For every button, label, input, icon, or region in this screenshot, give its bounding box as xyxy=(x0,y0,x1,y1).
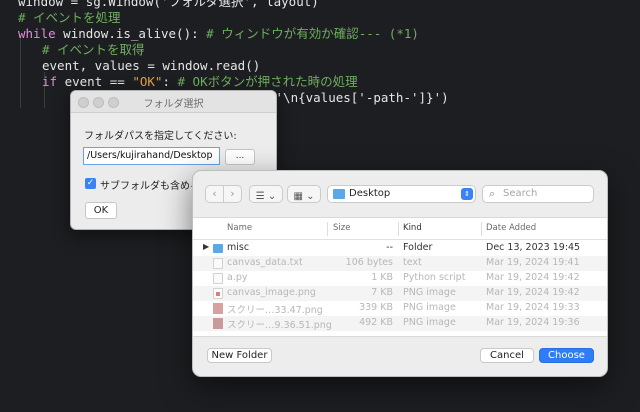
code-text: : xyxy=(162,74,178,89)
column-divider[interactable] xyxy=(398,222,399,236)
include-subfolders-checkbox[interactable]: ✓ xyxy=(85,178,96,189)
column-header-size[interactable]: Size xyxy=(333,223,350,233)
column-header-row: Name Size Kind Date Added xyxy=(193,218,607,240)
search-icon: ⌕ xyxy=(489,187,496,200)
forward-button[interactable]: › xyxy=(224,186,241,202)
file-size: 1 KB xyxy=(371,272,393,283)
list-view-button[interactable]: ☰ ⌄ xyxy=(249,185,283,203)
file-size: 339 KB xyxy=(359,302,393,313)
python-file-icon xyxy=(213,273,223,284)
file-name: スクリー…9.36.51.png xyxy=(227,320,332,331)
code-text: window.is_alive(): xyxy=(55,26,207,41)
search-field[interactable]: ⌕ Search xyxy=(482,185,594,203)
image-file-icon xyxy=(213,303,223,314)
file-date: Mar 19, 2024 19:42 xyxy=(486,272,580,283)
window-titlebar[interactable]: フォルダ選択 xyxy=(71,91,276,113)
code-comment: # ウィンドウが有効か確認--- (*1) xyxy=(206,26,419,41)
file-name: a.py xyxy=(227,272,248,283)
file-row[interactable]: スクリー…9.36.51.png 492 KB PNG image Mar 19… xyxy=(193,316,607,331)
code-line-7: f'\n{values['-path-']}') xyxy=(268,90,449,105)
file-kind: PNG image xyxy=(403,317,456,328)
list-view-icon: ☰ ⌄ xyxy=(255,191,277,202)
file-kind: PNG image xyxy=(403,287,456,298)
file-size: -- xyxy=(386,242,393,253)
disclosure-triangle-icon[interactable]: ▶ xyxy=(203,242,209,251)
file-name: canvas_data.txt xyxy=(227,257,303,268)
file-date: Mar 19, 2024 19:36 xyxy=(486,317,580,328)
file-name: canvas_image.png xyxy=(227,287,316,298)
keyword: if xyxy=(42,74,58,89)
file-row[interactable]: スクリー…33.47.png 339 KB PNG image Mar 19, … xyxy=(193,301,607,316)
keyword: while xyxy=(18,26,56,41)
ok-button[interactable]: OK xyxy=(85,202,117,219)
back-button[interactable]: ‹ xyxy=(206,186,224,202)
file-row[interactable]: ▶ misc -- Folder Dec 13, 2023 19:45 xyxy=(193,241,607,256)
file-kind: text xyxy=(403,257,422,268)
column-header-date-added[interactable]: Date Added xyxy=(486,223,536,233)
code-text: event == xyxy=(57,74,133,89)
location-name: Desktop xyxy=(349,188,391,199)
file-name: スクリー…33.47.png xyxy=(227,305,323,316)
grid-view-icon: ▦ ⌄ xyxy=(293,191,315,202)
folder-path-input[interactable]: /Users/kujirahand/Desktop xyxy=(83,147,220,165)
file-row[interactable]: canvas_data.txt 106 bytes text Mar 19, 2… xyxy=(193,256,607,271)
file-row[interactable]: a.py 1 KB Python script Mar 19, 2024 19:… xyxy=(193,271,607,286)
file-date: Mar 19, 2024 19:33 xyxy=(486,302,580,313)
code-string: "OK" xyxy=(132,74,163,89)
file-row[interactable]: canvas_image.png 7 KB PNG image Mar 19, … xyxy=(193,286,607,301)
include-subfolders-label[interactable]: サブフォルダも含める xyxy=(100,177,200,192)
column-header-name[interactable]: Name xyxy=(227,223,252,233)
file-name: misc xyxy=(227,242,250,253)
nav-buttons: ‹ › xyxy=(205,185,242,203)
code-comment: # OKボタンが押された時の処理 xyxy=(177,74,358,89)
column-divider[interactable] xyxy=(481,222,482,236)
folder-icon xyxy=(333,189,345,199)
image-file-icon xyxy=(213,318,223,329)
new-folder-button[interactable]: New Folder xyxy=(207,348,272,363)
open-panel: ‹ › ☰ ⌄ ▦ ⌄ Desktop ⇕ ⌕ Search Name Size… xyxy=(192,170,608,377)
file-date: Mar 19, 2024 19:42 xyxy=(486,287,580,298)
file-size: 492 KB xyxy=(359,317,393,328)
browse-button[interactable]: ... xyxy=(225,149,255,165)
file-list: Name Size Kind Date Added ▶ misc -- Fold… xyxy=(193,217,607,337)
file-size: 106 bytes xyxy=(345,257,393,268)
choose-button[interactable]: Choose xyxy=(539,348,594,363)
cancel-button[interactable]: Cancel xyxy=(480,348,534,363)
file-date: Mar 19, 2024 19:41 xyxy=(486,257,580,268)
text-file-icon xyxy=(213,258,223,269)
column-header-kind[interactable]: Kind xyxy=(403,223,422,233)
file-size: 7 KB xyxy=(371,287,393,298)
column-divider[interactable] xyxy=(327,222,328,236)
search-placeholder: Search xyxy=(503,188,538,199)
file-kind: Folder xyxy=(403,242,433,253)
file-kind: Python script xyxy=(403,272,466,283)
folder-prompt-label: フォルダパスを指定してください: xyxy=(84,131,237,142)
group-view-button[interactable]: ▦ ⌄ xyxy=(287,185,321,203)
image-file-icon xyxy=(213,288,223,299)
chevron-updown-icon: ⇕ xyxy=(461,188,473,200)
location-popup[interactable]: Desktop ⇕ xyxy=(327,185,476,203)
folder-icon xyxy=(213,244,223,253)
file-kind: PNG image xyxy=(403,302,456,313)
window-title: フォルダ選択 xyxy=(143,99,204,110)
file-date: Dec 13, 2023 19:45 xyxy=(486,242,581,253)
